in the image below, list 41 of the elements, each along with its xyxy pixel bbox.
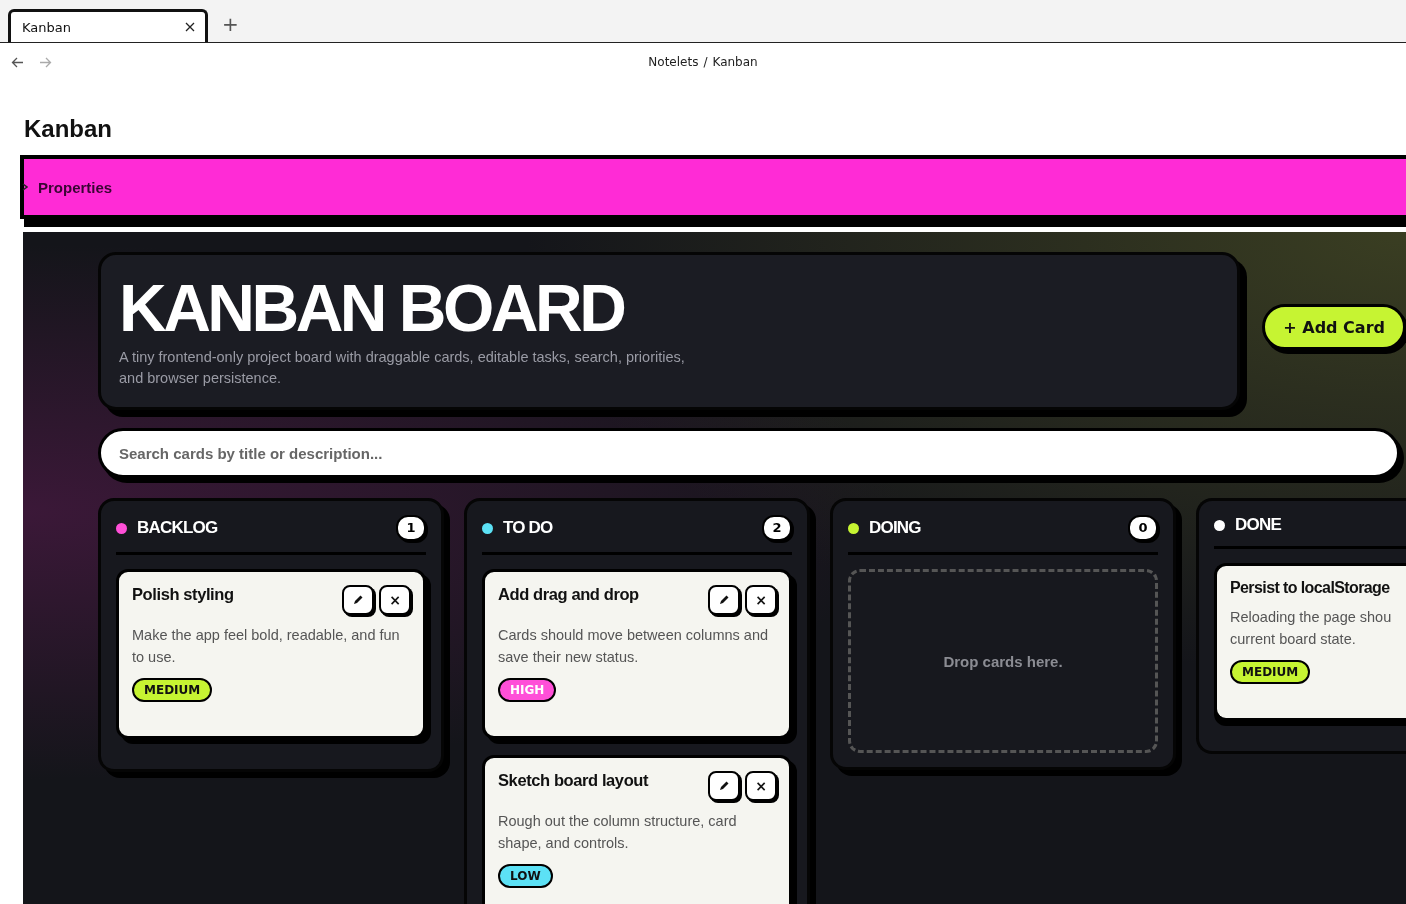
edit-button[interactable]: [708, 585, 740, 615]
caret-icon: [22, 183, 28, 191]
priority-tag: LOW: [498, 864, 553, 888]
column-title: DOING: [869, 518, 922, 538]
board-subtitle: A tiny frontend-only project board with draggable cards, editable tasks, search, priorities, and browser persistence.: [119, 348, 686, 388]
pencil-icon: [718, 780, 730, 792]
card-title: Persist to localStorage: [1230, 579, 1390, 597]
priority-tag: MEDIUM: [132, 678, 213, 702]
pencil-icon: [718, 594, 730, 606]
delete-button[interactable]: ×: [745, 771, 777, 801]
card-title: Sketch board layout: [498, 771, 649, 790]
breadcrumb-link[interactable]: Notelets: [648, 55, 699, 69]
priority-tag: HIGH: [498, 678, 557, 702]
card-description: Make the app feel bold, readable, and fun to use.: [132, 626, 401, 667]
page-title: Kanban: [24, 115, 113, 143]
column-title: TO DO: [503, 518, 554, 538]
search-field[interactable]: Search cards by title or description...: [98, 428, 1400, 478]
new-tab-button[interactable]: +: [218, 12, 243, 36]
board-title: KANBAN BOARD: [119, 277, 625, 339]
browser-tab[interactable]: Kanban: [8, 9, 208, 42]
card-description: Cards should move between columns and save their new status.: [498, 626, 769, 667]
priority-tag: MEDIUM: [1230, 660, 1311, 684]
card-count: 0: [1128, 515, 1158, 541]
card-count: 2: [762, 515, 792, 541]
pencil-icon: [352, 594, 364, 606]
card-title: Add drag and drop: [498, 585, 639, 604]
edit-button[interactable]: [342, 585, 374, 615]
back-arrow-icon[interactable]: [11, 56, 24, 68]
delete-button[interactable]: ×: [745, 585, 777, 615]
card-description: Reloading the page shou current board state.: [1230, 608, 1393, 649]
card-count: 1: [396, 515, 426, 541]
edit-button[interactable]: [708, 771, 740, 801]
card-title: Polish styling: [132, 585, 234, 604]
breadcrumb-separator: /: [703, 55, 708, 69]
card-description: Rough out the column structure, card shape, and controls.: [498, 812, 738, 853]
delete-button[interactable]: ×: [379, 585, 411, 615]
column-title: DONE: [1235, 515, 1283, 535]
breadcrumb-link[interactable]: Kanban: [712, 55, 758, 69]
drop-hint: Drop cards here.: [943, 652, 1063, 670]
column-title: BACKLOG: [137, 518, 219, 538]
close-icon[interactable]: [185, 22, 195, 32]
